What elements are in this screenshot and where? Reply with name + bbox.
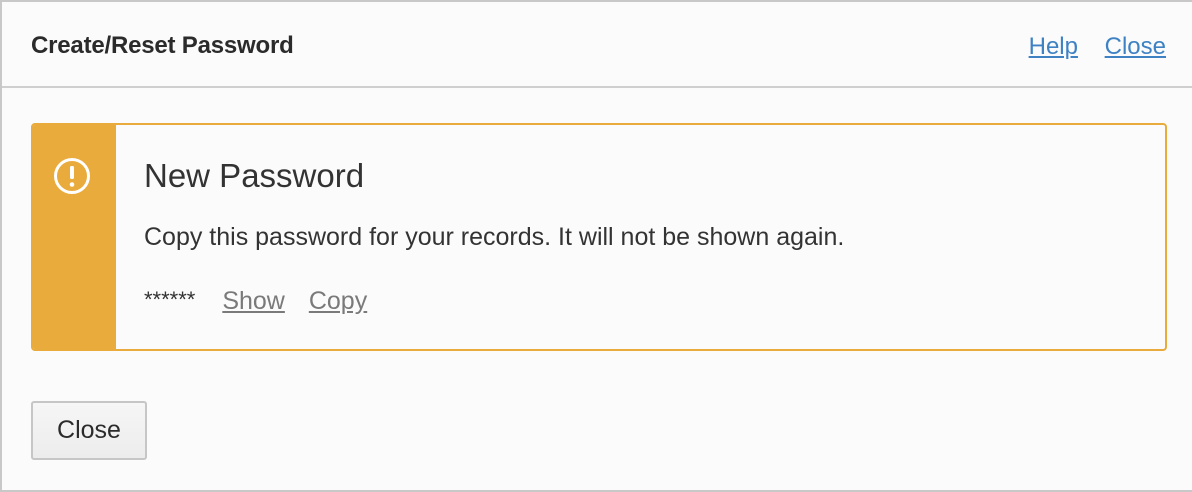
close-link[interactable]: Close [1105, 33, 1166, 60]
dialog-header: Create/Reset Password Help Close [2, 2, 1192, 88]
create-reset-password-dialog: Create/Reset Password Help Close New Pas… [0, 0, 1192, 492]
password-row: ****** Show Copy [144, 287, 384, 316]
masked-password: ****** [144, 287, 196, 312]
exclamation-circle-icon [54, 158, 90, 194]
new-password-alert: New Password Copy this password for your… [31, 123, 1167, 351]
copy-password-link[interactable]: Copy [309, 287, 367, 315]
alert-accent-bar [33, 125, 116, 349]
close-button[interactable]: Close [31, 401, 147, 460]
alert-message: Copy this password for your records. It … [144, 223, 845, 251]
help-link[interactable]: Help [1029, 33, 1078, 60]
header-links: Help Close [1009, 33, 1166, 61]
dialog-title: Create/Reset Password [31, 32, 294, 59]
alert-heading: New Password [144, 157, 365, 194]
show-password-link[interactable]: Show [222, 287, 285, 315]
